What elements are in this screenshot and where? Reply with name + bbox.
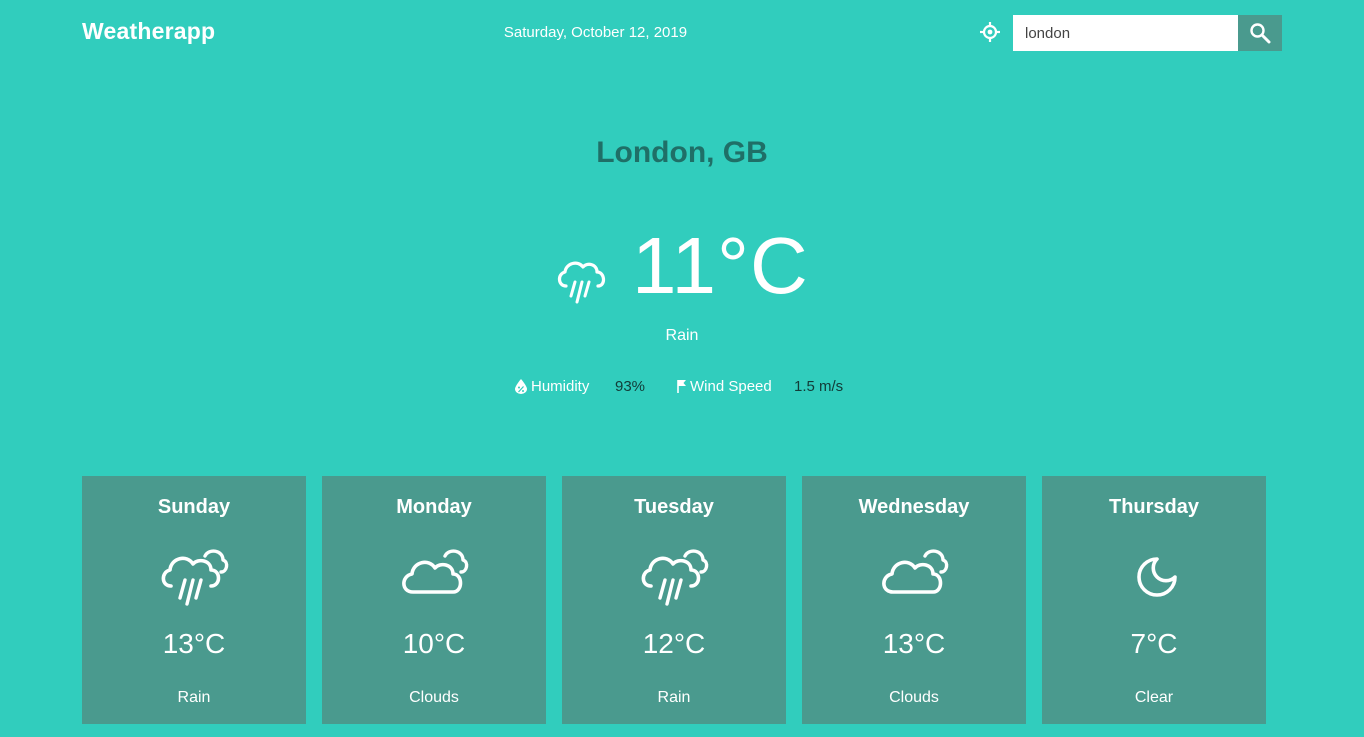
rain-cloud-icon xyxy=(159,542,229,612)
wind-speed-label: Wind Speed xyxy=(690,378,772,395)
rain-cloud-icon xyxy=(552,252,612,312)
forecast-day: Monday xyxy=(396,496,472,518)
forecast-temperature: 13°C xyxy=(882,628,946,659)
forecast-description: Clouds xyxy=(409,689,459,706)
forecast-day: Wednesday xyxy=(858,496,970,518)
app-header: Weatherapp Saturday, October 12, 2019 xyxy=(0,0,1364,66)
city-search-input[interactable] xyxy=(1013,15,1238,51)
forecast-day: Thursday xyxy=(1108,496,1200,518)
humidity-label: Humidity xyxy=(531,378,590,395)
forecast-day: Tuesday xyxy=(634,496,714,518)
city-name: London, GB xyxy=(596,136,768,169)
current-date: Saturday, October 12, 2019 xyxy=(503,24,688,41)
clouds-icon xyxy=(879,542,949,612)
current-temperature: 11°C xyxy=(632,221,809,310)
forecast-card: Wednesday 13°C Clouds xyxy=(802,476,1026,724)
forecast-card: Monday 10°C Clouds xyxy=(322,476,546,724)
rain-cloud-icon xyxy=(639,542,709,612)
humidity-value: 93% xyxy=(615,378,646,395)
search-icon xyxy=(1250,23,1271,44)
flag-icon xyxy=(676,378,688,398)
forecast-card: Tuesday 12°C Rain xyxy=(562,476,786,724)
wind-speed-value: 1.5 m/s xyxy=(794,378,844,395)
forecast-list: Sunday 13°C Rain Monday 10°C Clouds Tues… xyxy=(82,476,1266,724)
forecast-description: Clear xyxy=(1134,689,1174,706)
forecast-description: Rain xyxy=(177,689,211,706)
forecast-temperature: 7°C xyxy=(1130,628,1178,659)
crosshair-icon[interactable] xyxy=(978,20,1002,44)
forecast-description: Rain xyxy=(657,689,691,706)
forecast-description: Clouds xyxy=(889,689,939,706)
app-brand[interactable]: Weatherapp xyxy=(82,18,215,45)
weather-details: Humidity 93% Wind Speed 1.5 m/s xyxy=(0,376,1364,398)
forecast-card: Thursday 7°C Clear xyxy=(1042,476,1266,724)
clouds-icon xyxy=(399,542,469,612)
forecast-temperature: 12°C xyxy=(642,628,706,659)
forecast-temperature: 10°C xyxy=(402,628,466,659)
humidity-icon xyxy=(514,378,528,398)
search-button[interactable] xyxy=(1238,15,1282,51)
current-description: Rain xyxy=(665,327,699,344)
forecast-day: Sunday xyxy=(157,496,231,518)
forecast-card: Sunday 13°C Rain xyxy=(82,476,306,724)
forecast-temperature: 13°C xyxy=(162,628,226,659)
moon-icon xyxy=(1119,542,1189,612)
